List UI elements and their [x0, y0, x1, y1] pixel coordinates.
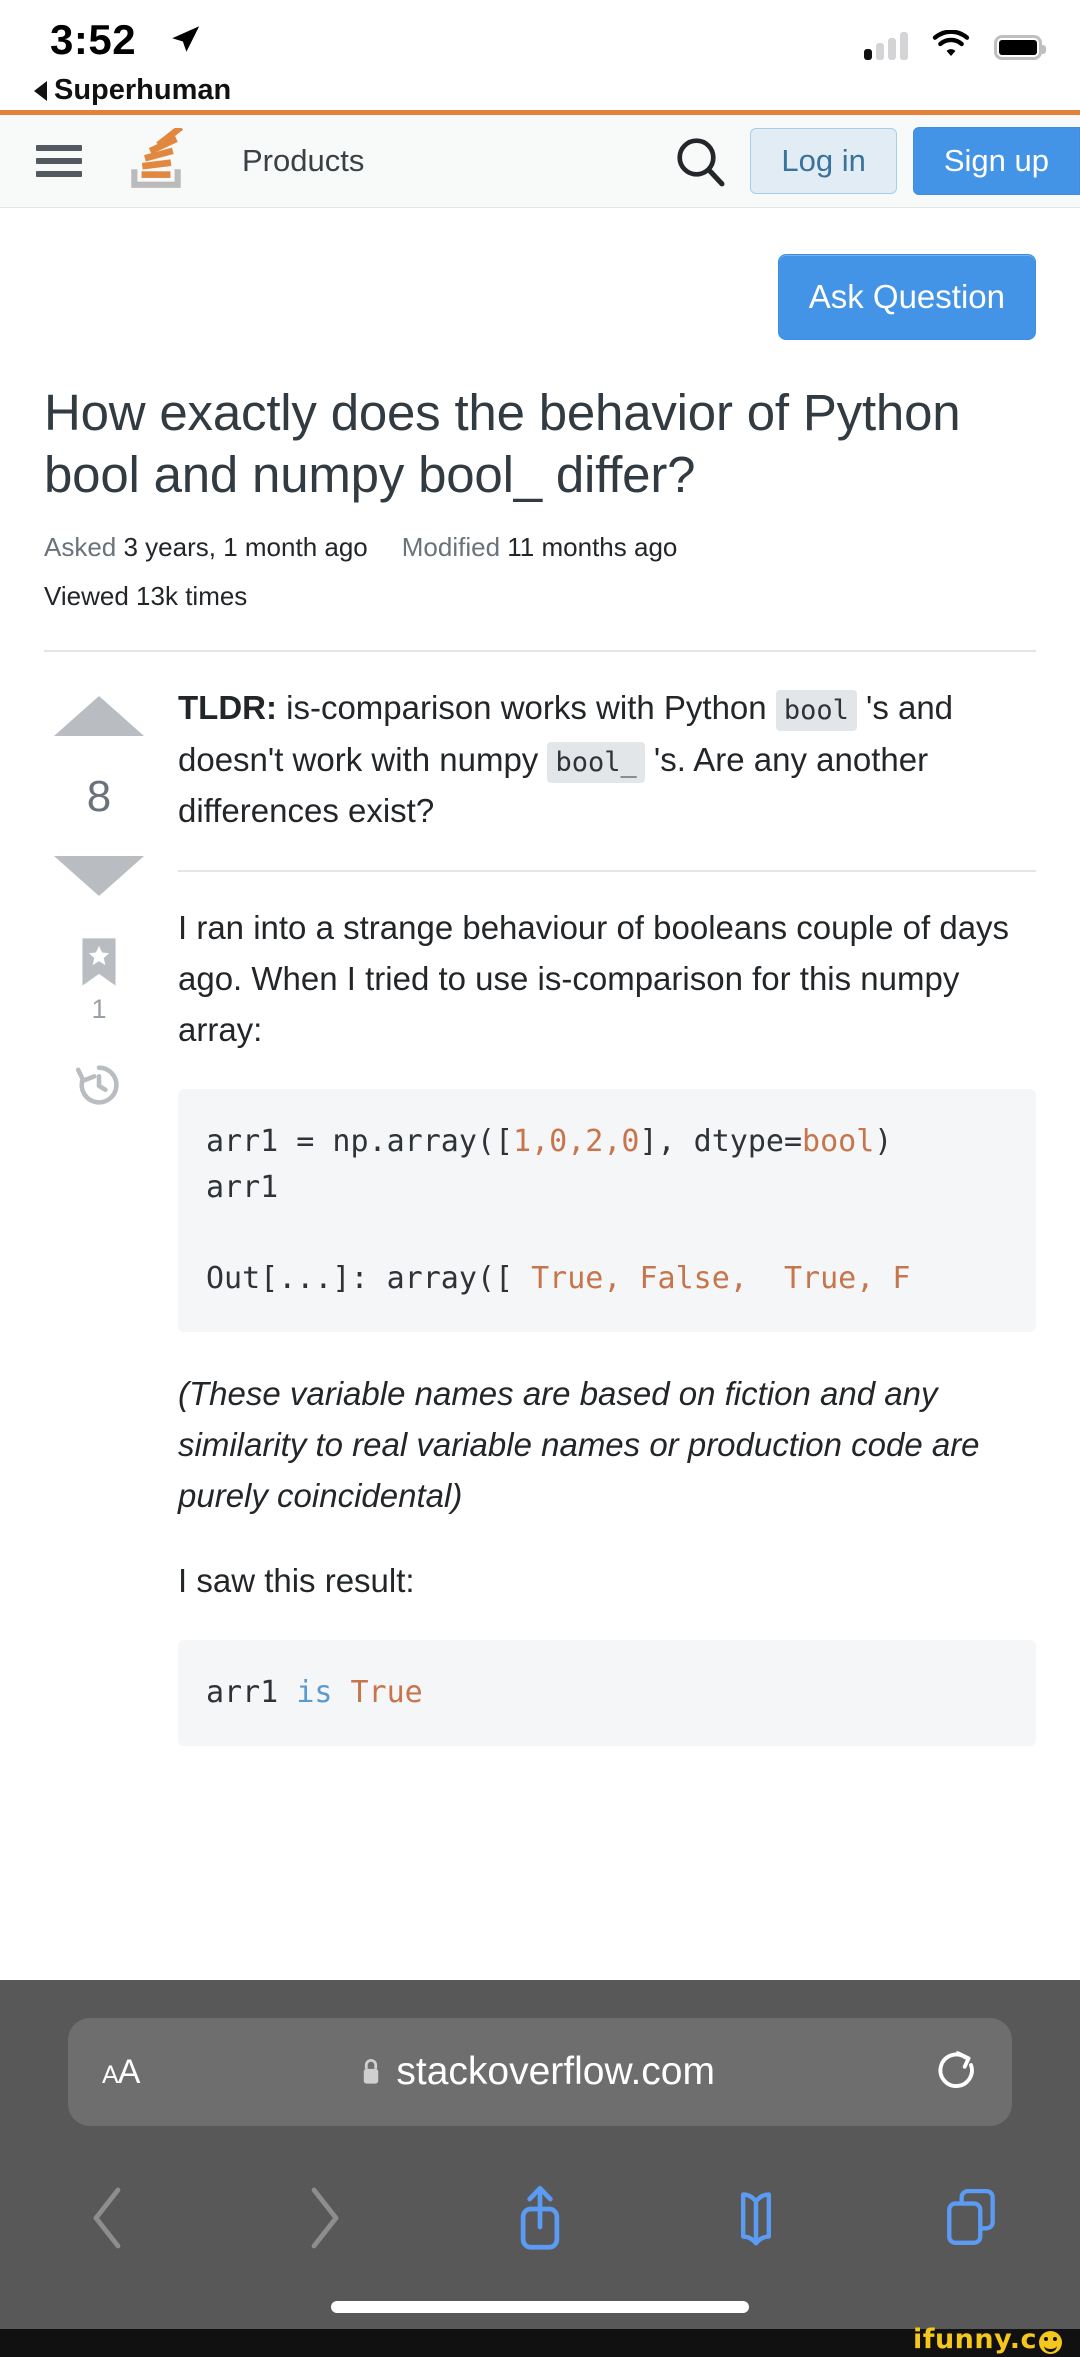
question-container: 8 1 TLDR: is-comparison works with Pytho… — [44, 652, 1036, 1781]
search-icon[interactable] — [672, 133, 728, 189]
cellular-signal-icon — [864, 32, 908, 60]
back-to-app-link[interactable]: Superhuman — [34, 74, 231, 107]
tabs-icon — [947, 2188, 995, 2245]
location-arrow-icon — [172, 26, 200, 52]
hamburger-menu-icon[interactable] — [36, 145, 82, 177]
meta-viewed: Viewed 13k times — [44, 581, 1036, 612]
meta-viewed-value: 13k times — [136, 581, 248, 612]
question-paragraph-1: I ran into a strange behaviour of boolea… — [178, 908, 1010, 1049]
downvote-arrow-icon[interactable] — [54, 856, 144, 897]
lock-icon — [364, 2059, 379, 2084]
url-bar[interactable]: AA stackoverflow.com — [68, 2018, 1012, 2126]
safari-toolbar — [0, 2155, 1080, 2280]
url-display[interactable]: stackoverflow.com — [139, 2050, 936, 2094]
tldr-part1: is-comparison works with Python — [276, 689, 776, 727]
code2-var: arr1 — [206, 1675, 297, 1711]
meta-modified: Modified 11 months ago — [402, 532, 678, 563]
meta-asked: Asked 3 years, 1 month ago — [44, 532, 368, 563]
meta-modified-value: 11 months ago — [507, 532, 678, 563]
code2-value: True — [332, 1675, 423, 1711]
inline-code-bool: bool — [775, 690, 857, 732]
vote-column: 8 1 — [44, 682, 154, 1781]
code-block-1: arr1 = np.array([1,0,2,0], dtype=bool) a… — [178, 1089, 1036, 1332]
bookmark-star-icon[interactable] — [77, 936, 121, 988]
bookmark-count: 1 — [91, 994, 107, 1025]
code1-line1-pre: arr1 = np.array([ — [206, 1124, 514, 1160]
meta-asked-value: 3 years, 1 month ago — [123, 532, 368, 563]
back-app-label: Superhuman — [54, 74, 232, 106]
vote-score: 8 — [86, 772, 112, 822]
page-title: How exactly does the behavior of Python … — [44, 384, 961, 504]
tldr-block: TLDR: is-comparison works with Python bo… — [178, 682, 1036, 835]
nav-products-link[interactable]: Products — [242, 143, 364, 179]
home-indicator — [331, 2301, 749, 2313]
stackoverflow-logo-icon[interactable] — [120, 124, 192, 194]
signup-button[interactable]: Sign up — [912, 127, 1080, 195]
phone-screen: 3:52 Superhuman Products Log in Sign up … — [0, 0, 1080, 2357]
ifunny-text: ifunny.c — [912, 2324, 1037, 2355]
tldr-divider — [178, 869, 1036, 872]
code-block-2: arr1 is True — [178, 1640, 1036, 1746]
code1-line3-pre: Out[...]: array([ — [206, 1261, 532, 1297]
question-page: Ask Question How exactly does the behavi… — [0, 208, 1080, 1782]
bookmarks-button[interactable] — [648, 2187, 864, 2249]
upvote-arrow-icon[interactable] — [54, 696, 144, 737]
question-paragraph-2: (These variable names are based on ficti… — [178, 1374, 980, 1514]
forward-chevron-icon — [311, 2187, 339, 2248]
battery-full-icon — [994, 35, 1046, 60]
meta-viewed-label: Viewed — [44, 581, 129, 612]
text-size-button[interactable]: AA — [102, 2053, 140, 2092]
status-indicators — [864, 30, 1046, 60]
smiley-face-icon — [1039, 2331, 1062, 2354]
question-meta: Asked 3 years, 1 month ago Modified 11 m… — [44, 532, 1036, 563]
meta-modified-label: Modified — [401, 532, 501, 563]
question-paragraph-3: I saw this result: — [178, 1562, 415, 1600]
stackoverflow-header: Products Log in Sign up — [0, 115, 1080, 208]
back-chevron-icon — [93, 2187, 121, 2248]
code1-line1-mid: ], dtype= — [639, 1124, 803, 1160]
login-button[interactable]: Log in — [750, 128, 897, 194]
safari-bottom-chrome: AA stackoverflow.com ifunny.c — [0, 1980, 1080, 2357]
share-button[interactable] — [432, 2182, 648, 2254]
code1-line1-post: ) — [874, 1124, 893, 1160]
bookmarks-book-icon — [741, 2191, 771, 2245]
code1-line1-nums: 1,0,2,0 — [513, 1124, 640, 1160]
ios-status-bar: 3:52 Superhuman — [0, 0, 1080, 110]
ask-question-row: Ask Question — [44, 208, 1036, 340]
ask-question-button[interactable]: Ask Question — [777, 254, 1036, 340]
back-triangle-icon — [34, 80, 47, 101]
header-actions: Log in Sign up — [672, 115, 1080, 207]
meta-asked-label: Asked — [44, 532, 117, 563]
revision-history-icon[interactable] — [73, 1059, 125, 1111]
code1-line3-values: True, False, True, F — [531, 1261, 911, 1297]
ifunny-watermark: ifunny.c — [913, 2324, 1062, 2355]
reload-icon[interactable] — [936, 2049, 978, 2095]
share-icon — [520, 2185, 560, 2250]
code1-line1-keyword: bool — [802, 1124, 875, 1160]
inline-code-bool-underscore: bool_ — [547, 741, 645, 783]
status-time: 3:52 — [50, 16, 137, 63]
tldr-label: TLDR: — [178, 689, 277, 727]
tabs-button[interactable] — [864, 2187, 1080, 2249]
wifi-icon — [932, 30, 970, 56]
back-button[interactable] — [0, 2184, 216, 2252]
code1-line2: arr1 — [206, 1169, 279, 1205]
url-text: stackoverflow.com — [396, 2050, 715, 2093]
question-body: TLDR: is-comparison works with Python bo… — [154, 682, 1036, 1781]
forward-button[interactable] — [216, 2184, 432, 2252]
code2-operator: is — [296, 1675, 333, 1711]
